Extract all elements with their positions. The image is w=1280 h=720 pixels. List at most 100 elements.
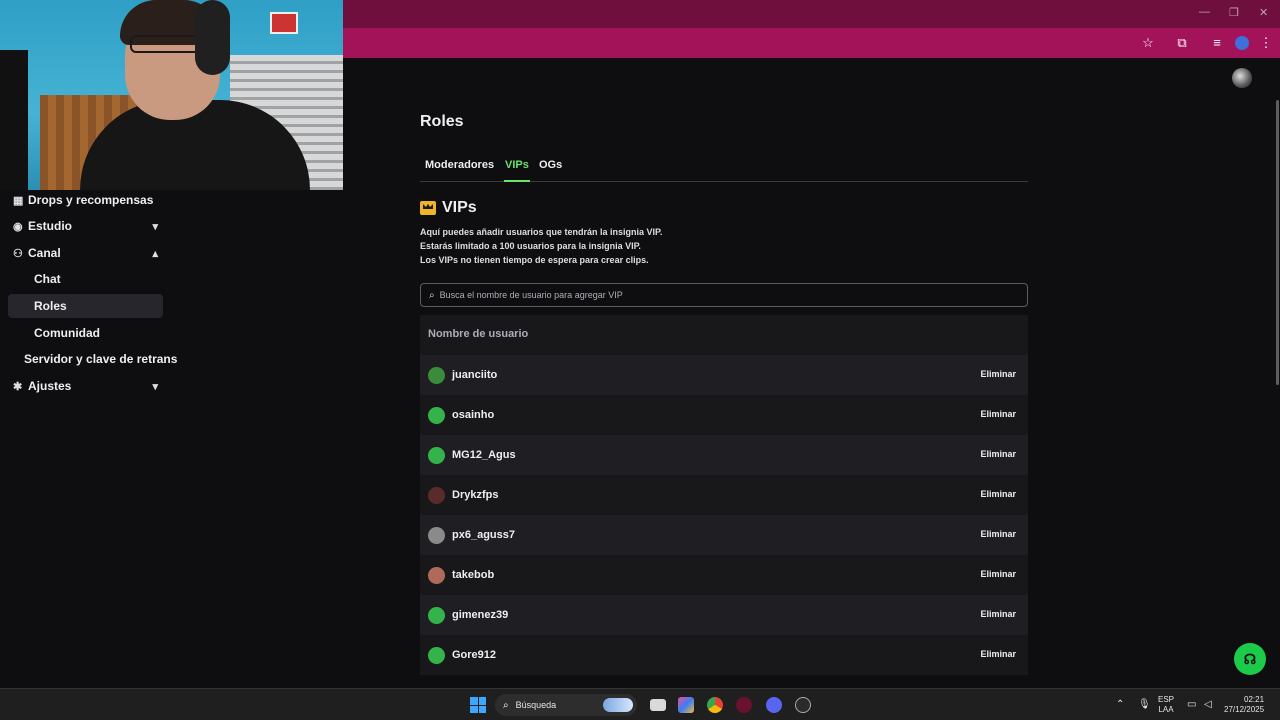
chevron-up-icon: ▴ [152, 247, 158, 260]
username[interactable]: px6_aguss7 [452, 529, 515, 541]
description-line: Aquí puedes añadir usuarios que tendrán … [420, 227, 663, 237]
vip-table: Nombre de usuario juanciito Eliminar osain… [420, 315, 1028, 688]
sidebar-item-servidor[interactable]: Servidor y clave de retrans [8, 347, 178, 371]
username[interactable]: juanciito [452, 369, 497, 381]
remove-vip-button[interactable]: Eliminar [976, 446, 1020, 462]
description-line: Estarás limitado a 100 usuarios para la … [420, 241, 641, 251]
table-header: Nombre de usuario [420, 315, 1028, 355]
sidebar-item-canal[interactable]: ⚇ Canal ▴ [8, 241, 163, 265]
table-row: MG12_Agus Eliminar [420, 435, 1028, 475]
clock-time: 02:21 [1244, 695, 1265, 704]
avatar [428, 526, 445, 544]
chevron-up-icon[interactable]: ⌃ [1116, 699, 1124, 710]
username[interactable]: takebob [452, 569, 494, 581]
tab-ogs[interactable]: OGs [539, 159, 562, 171]
remove-vip-button[interactable]: Eliminar [976, 406, 1020, 422]
gift-icon: ▦ [13, 194, 24, 207]
table-row: juanciito Eliminar [420, 355, 1028, 395]
windows-start-icon[interactable] [470, 697, 486, 713]
network-icon[interactable]: ▭ [1187, 699, 1196, 710]
avatar [428, 406, 445, 424]
sidebar-item-label: Comunidad [34, 326, 100, 340]
help-headset-icon[interactable]: ☊ [1234, 643, 1266, 675]
remove-vip-button[interactable]: Eliminar [976, 606, 1020, 622]
vip-search-input[interactable] [439, 290, 1000, 300]
sidebar-item-estudio[interactable]: ◉ Estudio ▾ [8, 214, 163, 238]
username[interactable]: gimenez39 [452, 609, 508, 621]
table-row: gimenez39 Eliminar [420, 595, 1028, 635]
people-icon: ⚇ [13, 247, 23, 260]
sidebar-item-drops[interactable]: ▦ Drops y recompensas [8, 188, 163, 212]
chrome-icon[interactable] [707, 697, 723, 713]
table-row: osainho Eliminar [420, 395, 1028, 435]
task-view-icon[interactable] [650, 699, 666, 711]
username[interactable]: Drykzfps [452, 489, 498, 501]
sidebar-item-label: Chat [34, 272, 61, 286]
avatar [428, 366, 445, 384]
close-window-button[interactable]: ✕ [1259, 6, 1268, 19]
profile-avatar-icon[interactable] [1232, 33, 1252, 53]
vip-search-box[interactable]: ⌕ [420, 283, 1028, 307]
app-icon[interactable] [736, 697, 752, 713]
tab-vips[interactable]: VIPs [505, 159, 529, 171]
search-icon: ⌕ [503, 699, 509, 711]
avatar [428, 446, 445, 464]
media-queue-icon[interactable]: ≡ [1207, 33, 1227, 53]
discord-icon[interactable] [766, 697, 782, 713]
sidebar-item-label: Servidor y clave de retrans [24, 352, 178, 366]
volume-icon[interactable]: ◁ [1204, 699, 1212, 710]
minimize-button[interactable]: — [1199, 6, 1210, 18]
sidebar-item-label: Canal [28, 246, 61, 260]
tab-moderadores[interactable]: Moderadores [425, 159, 494, 171]
table-row: px6_aguss7 Eliminar [420, 515, 1028, 555]
taskbar-search[interactable]: ⌕ Búsqueda [495, 694, 637, 716]
microphone-icon[interactable]: 🎙︎ [1138, 699, 1151, 710]
screen: — ❐ ✕ ☆ ⧉ ≡ ⋮ ▦ Drops y recompensas ◉ Es… [0, 0, 1280, 720]
maximize-button[interactable]: ❐ [1229, 6, 1239, 19]
bookmark-star-icon[interactable]: ☆ [1138, 33, 1158, 53]
active-tab-indicator [504, 180, 530, 182]
username[interactable]: MG12_Agus [452, 449, 516, 461]
table-row: Gore912 Eliminar [420, 635, 1028, 675]
steam-icon[interactable] [795, 697, 811, 713]
clock[interactable]: 02:21 27/12/2025 [1224, 695, 1264, 715]
table-row: Drykzfps Eliminar [420, 475, 1028, 515]
vip-section-header: VIPs [420, 199, 477, 217]
description-line: Los VIPs no tienen tiempo de espera para… [420, 255, 649, 265]
remove-vip-button[interactable]: Eliminar [976, 646, 1020, 662]
sidebar-item-chat[interactable]: Chat [8, 267, 163, 291]
sidebar-item-comunidad[interactable]: Comunidad [8, 321, 163, 345]
gear-icon: ✱ [13, 380, 23, 393]
studio-icon: ◉ [13, 220, 23, 233]
remove-vip-button[interactable]: Eliminar [976, 526, 1020, 542]
remove-vip-button[interactable]: Eliminar [976, 566, 1020, 582]
avatar [428, 646, 445, 664]
page-scrollbar[interactable] [1276, 100, 1279, 385]
search-highlight-image [603, 698, 633, 712]
username[interactable]: Gore912 [452, 649, 496, 661]
sidebar-item-label: Roles [34, 299, 67, 313]
taskbar-search-label: Búsqueda [515, 700, 557, 710]
windows-taskbar: ⌕ Búsqueda ⌃ 🎙︎ ESP LAA ▭ ◁ 02:21 27/12/… [0, 688, 1280, 720]
user-avatar[interactable] [1232, 68, 1252, 88]
sidebar-item-label: Estudio [28, 219, 72, 233]
remove-vip-button[interactable]: Eliminar [976, 366, 1020, 382]
search-icon: ⌕ [429, 289, 435, 301]
remove-vip-button[interactable]: Eliminar [976, 486, 1020, 502]
avatar [428, 606, 445, 624]
sidebar-item-roles[interactable]: Roles [8, 294, 163, 318]
sidebar-item-ajustes[interactable]: ✱ Ajustes ▾ [8, 374, 163, 398]
avatar [428, 566, 445, 584]
webcam-overlay [0, 0, 343, 190]
browser-titlebar [343, 0, 1280, 28]
section-title: VIPs [442, 199, 477, 216]
language-indicator[interactable]: ESP LAA [1158, 695, 1174, 715]
chevron-down-icon: ▾ [152, 220, 158, 233]
extensions-icon[interactable]: ⧉ [1172, 33, 1192, 53]
sidebar-item-label: Ajustes [28, 379, 72, 393]
copilot-icon[interactable] [678, 697, 694, 713]
roles-tabs: Moderadores VIPs OGs [420, 155, 1028, 182]
username[interactable]: osainho [452, 409, 494, 421]
crown-icon [420, 201, 436, 215]
menu-dots-icon[interactable]: ⋮ [1256, 33, 1276, 53]
